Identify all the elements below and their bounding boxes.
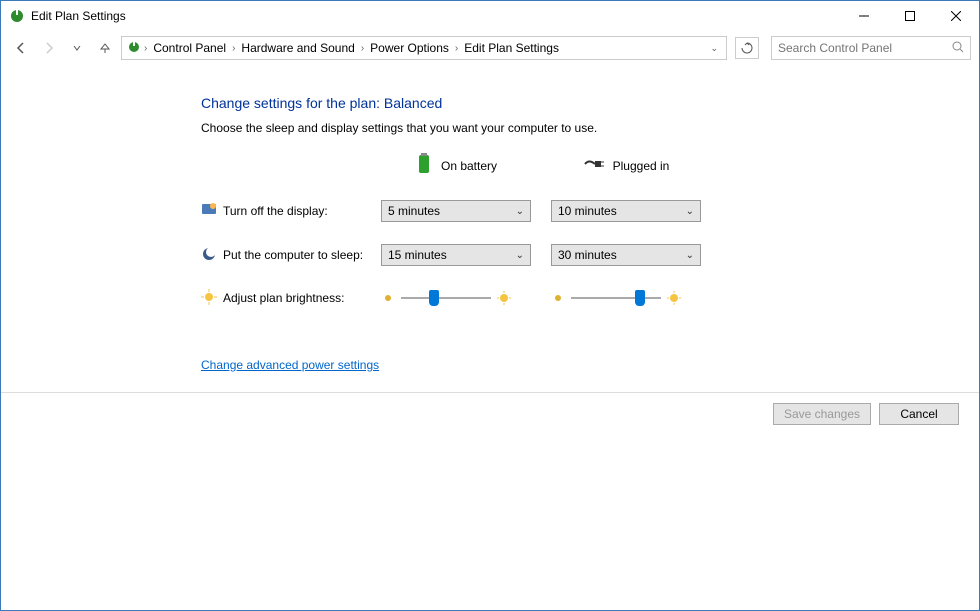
sun-icon	[201, 289, 217, 308]
content-area: Change settings for the plan: Balanced C…	[1, 65, 979, 372]
breadcrumb-item[interactable]: Power Options	[366, 41, 453, 55]
sleep-plugged-dropdown[interactable]: 30 minutes ⌄	[551, 244, 701, 266]
address-dropdown-icon[interactable]: ⌄	[706, 43, 722, 54]
search-input[interactable]	[778, 41, 952, 55]
brightness-plugged-slider[interactable]	[551, 288, 701, 308]
breadcrumb-item[interactable]: Edit Plan Settings	[460, 41, 563, 55]
sun-dim-icon	[381, 291, 395, 305]
sun-bright-icon	[667, 291, 681, 305]
page-subtext: Choose the sleep and display settings th…	[201, 121, 979, 135]
chevron-right-icon: ›	[359, 43, 366, 54]
address-bar[interactable]: › Control Panel › Hardware and Sound › P…	[121, 36, 727, 60]
chevron-down-icon: ⌄	[686, 250, 694, 261]
chevron-down-icon: ⌄	[516, 250, 524, 261]
sun-dim-icon	[551, 291, 565, 305]
search-icon	[952, 41, 964, 56]
chevron-right-icon: ›	[230, 43, 237, 54]
search-box[interactable]	[771, 36, 971, 60]
row-label-brightness: Adjust plan brightness:	[201, 289, 381, 308]
page-heading: Change settings for the plan: Balanced	[201, 95, 979, 111]
maximize-button[interactable]	[887, 1, 933, 31]
advanced-settings-link[interactable]: Change advanced power settings	[201, 358, 379, 372]
display-plugged-dropdown[interactable]: 10 minutes ⌄	[551, 200, 701, 222]
monitor-icon	[201, 202, 217, 221]
brightness-battery-slider[interactable]	[381, 288, 531, 308]
title-bar: Edit Plan Settings	[1, 1, 979, 31]
column-header-battery: On battery	[381, 153, 531, 178]
chevron-right-icon: ›	[142, 43, 149, 54]
sleep-battery-dropdown[interactable]: 15 minutes ⌄	[381, 244, 531, 266]
chevron-down-icon: ⌄	[686, 206, 694, 217]
row-label-sleep: Put the computer to sleep:	[201, 246, 381, 265]
minimize-button[interactable]	[841, 1, 887, 31]
chevron-down-icon: ⌄	[516, 206, 524, 217]
battery-icon	[415, 153, 433, 178]
sun-bright-icon	[497, 291, 511, 305]
close-button[interactable]	[933, 1, 979, 31]
app-icon	[9, 8, 25, 24]
address-icon	[126, 39, 142, 58]
button-bar: Save changes Cancel	[1, 392, 979, 435]
breadcrumb-item[interactable]: Control Panel	[149, 41, 230, 55]
cancel-button[interactable]: Cancel	[879, 403, 959, 425]
row-label-display: Turn off the display:	[201, 202, 381, 221]
window-title: Edit Plan Settings	[31, 9, 841, 23]
recent-dropdown[interactable]	[65, 36, 89, 60]
save-changes-button[interactable]: Save changes	[773, 403, 871, 425]
plug-icon	[583, 157, 605, 174]
display-battery-dropdown[interactable]: 5 minutes ⌄	[381, 200, 531, 222]
chevron-right-icon: ›	[453, 43, 460, 54]
up-button[interactable]	[93, 36, 117, 60]
refresh-button[interactable]	[735, 37, 759, 59]
back-button[interactable]	[9, 36, 33, 60]
column-header-plugged: Plugged in	[551, 157, 701, 174]
nav-bar: › Control Panel › Hardware and Sound › P…	[1, 31, 979, 65]
forward-button[interactable]	[37, 36, 61, 60]
breadcrumb-item[interactable]: Hardware and Sound	[237, 41, 358, 55]
moon-icon	[201, 246, 217, 265]
